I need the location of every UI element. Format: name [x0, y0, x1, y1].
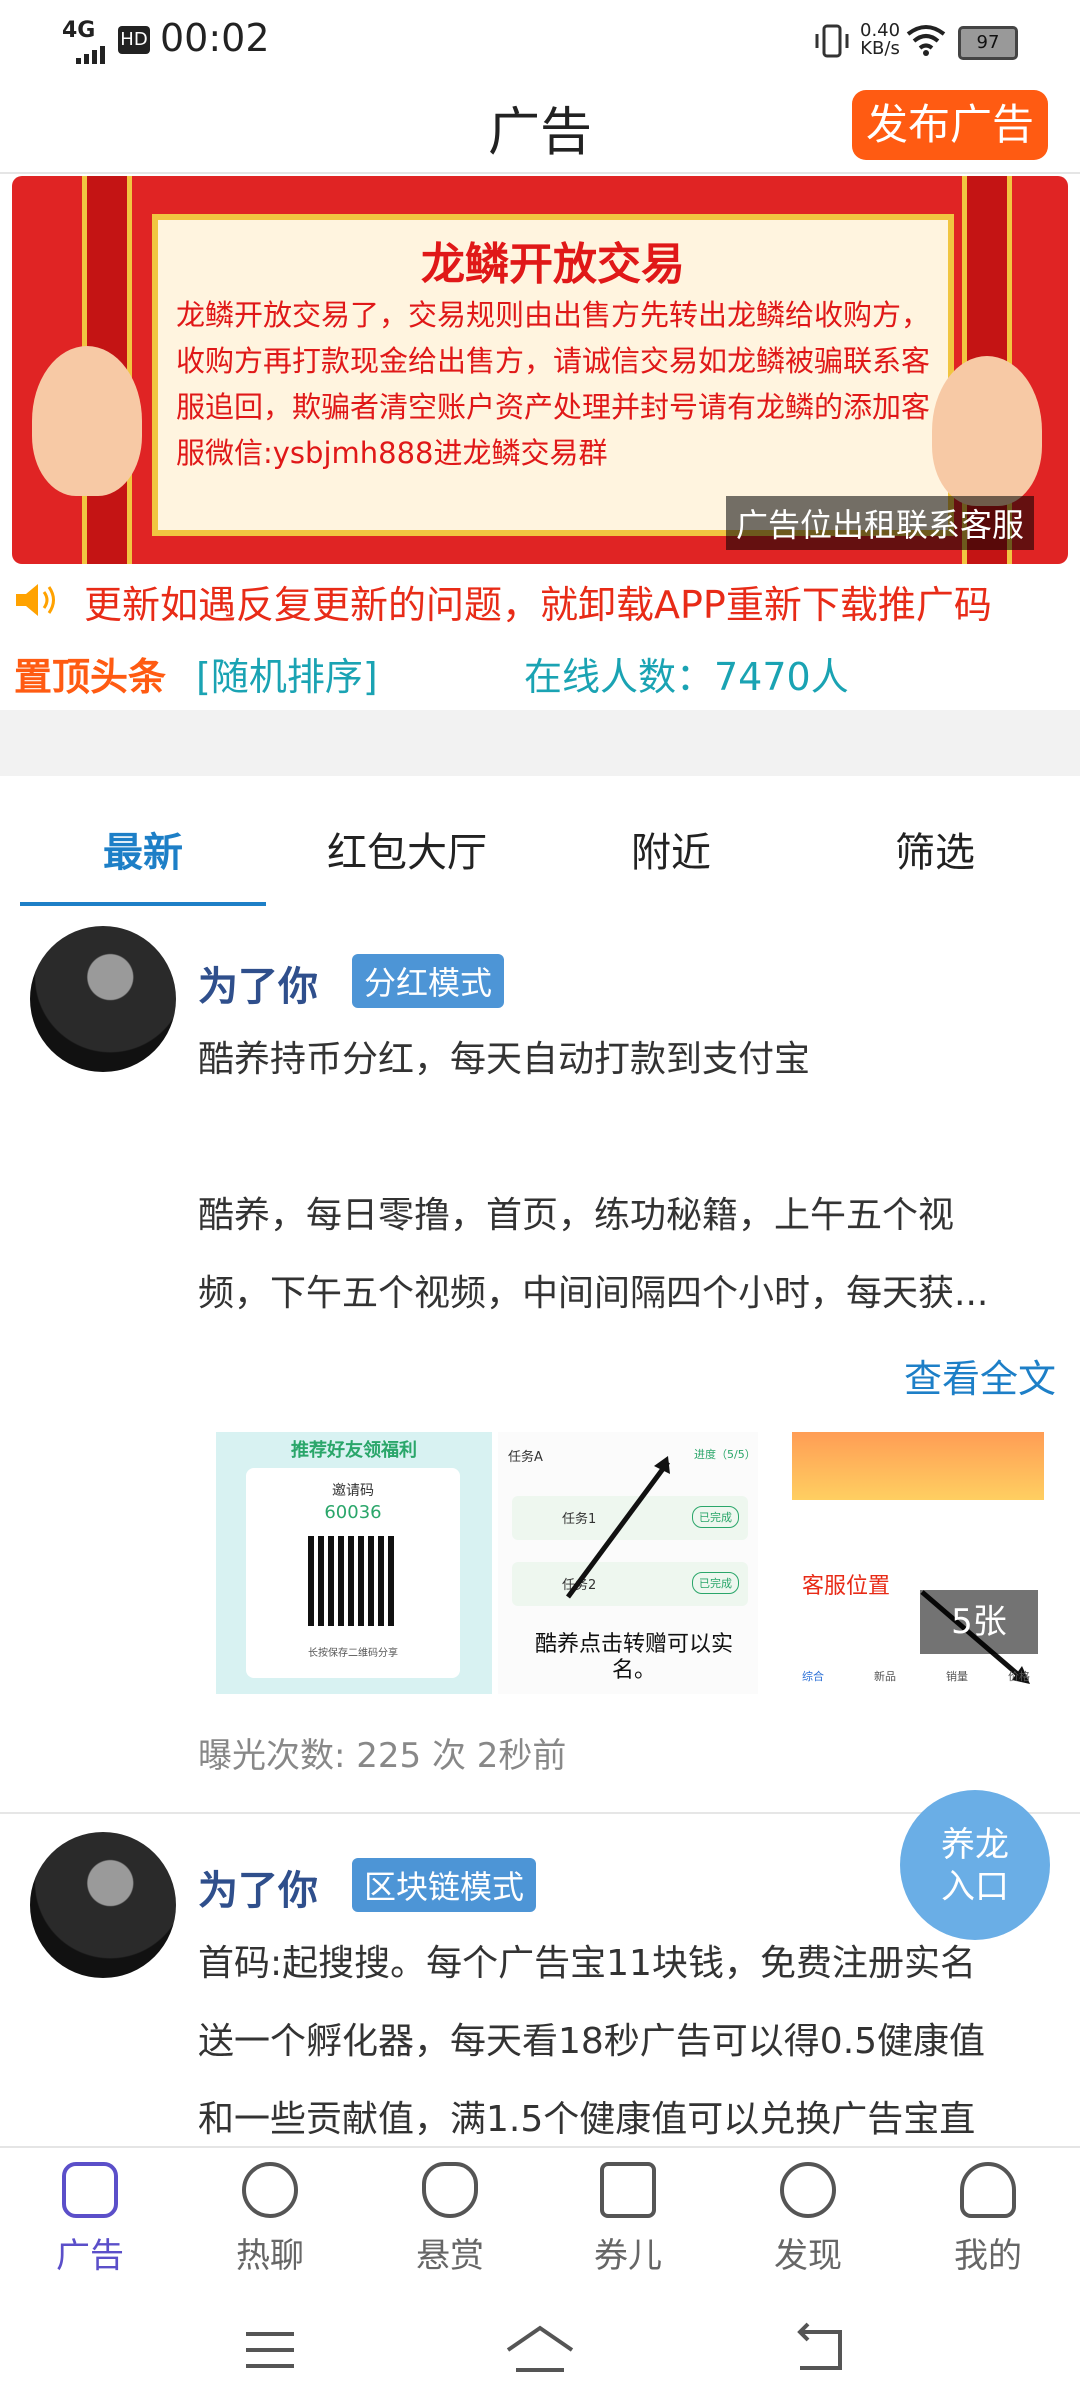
status-bar: 4G HD 00:02 0.40 KB/s 97 [0, 0, 1080, 80]
avatar[interactable] [30, 926, 176, 1072]
referral-card: 邀请码 60036 长按保存二维码分享 [246, 1468, 460, 1678]
vibrate-icon [812, 24, 852, 62]
read-more-link[interactable]: 查看全文 [904, 1348, 1056, 1403]
wifi-icon [906, 24, 946, 60]
system-navigation-bar [0, 2290, 1080, 2408]
banner-text: 龙鳞开放交易了，交易规则由出售方先转出龙鳞给收购方，收购方再打款现金给出售方，请… [176, 298, 931, 470]
nav-label: 热聊 [236, 2236, 304, 2276]
image-count-badge[interactable]: 5张 [920, 1590, 1038, 1654]
network-indicator: 4G [62, 18, 96, 43]
hd-icon: HD [118, 26, 150, 54]
banner-mascot-left [32, 346, 142, 496]
post-image-2[interactable]: 任务A 进度（5/5） 任务1 已完成 任务2 已完成 酷养点击转赠可以实名。 [498, 1432, 758, 1694]
nav-me[interactable]: 我的 [928, 2162, 1048, 2277]
home-nav-icon[interactable] [500, 2320, 580, 2380]
nav-label: 发现 [774, 2236, 842, 2276]
nav-bounty[interactable]: 悬赏 [390, 2162, 510, 2277]
tab-filter[interactable]: 筛选 [810, 820, 1060, 878]
nav-label: 广告 [56, 2236, 124, 2276]
bottom-navigation: 广告 热聊 悬赏 券儿 发现 我的 [0, 2146, 1080, 2284]
post-text-line: 酷养，每日零撸，首页，练功秘籍，上午五个视 [198, 1195, 955, 1236]
menu-icon[interactable] [230, 2320, 310, 2380]
user-icon [960, 2162, 1016, 2218]
nav-label: 悬赏 [416, 2236, 484, 2276]
nav-coupons[interactable]: 券儿 [568, 2162, 688, 2277]
arrow-annotation-icon [565, 1456, 671, 1599]
nav-ads[interactable]: 广告 [30, 2162, 150, 2277]
post-username[interactable]: 为了你 [198, 954, 318, 1012]
invite-code-label: 邀请码 [332, 1483, 374, 1499]
invite-code: 60036 [324, 1502, 382, 1523]
annotation-caption: 客服位置 [802, 1574, 891, 1599]
compass-icon [780, 2162, 836, 2218]
shop-banner [792, 1432, 1044, 1500]
online-count: 在线人数：7470人 [524, 655, 849, 699]
post-username[interactable]: 为了你 [198, 1858, 318, 1916]
task-done-badge: 已完成 [692, 1506, 739, 1528]
shop-tab: 价格 [1008, 1670, 1030, 1683]
post-image-1[interactable]: 推荐好友领福利 邀请码 60036 长按保存二维码分享 [216, 1432, 492, 1694]
avatar[interactable] [30, 1832, 176, 1978]
nav-label: 券儿 [594, 2236, 662, 2276]
speaker-icon [14, 580, 60, 630]
post-text-line: 首码:起搜搜。每个广告宝11块钱，免费注册实名 [198, 1943, 976, 1984]
post-text-line: 频，下午五个视频，中间间隔四个小时，每天获... [198, 1273, 989, 1314]
post-text-line: 送一个孵化器，每天看18秒广告可以得0.5健康值 [198, 2021, 986, 2062]
banner-ad-tag: 广告位出租联系客服 [725, 496, 1034, 550]
headline-bar: 置顶头条 [随机排序] 在线人数：7470人 [0, 642, 1080, 706]
shop-tab: 综合 [802, 1670, 824, 1683]
shop-tab: 销量 [946, 1670, 968, 1683]
nav-chat[interactable]: 热聊 [210, 2162, 330, 2277]
promo-banner[interactable]: 龙鳞开放交易 龙鳞开放交易了，交易规则由出售方先转出龙鳞给收购方，收购方再打款现… [12, 176, 1068, 564]
random-sort-toggle[interactable]: [随机排序] [196, 646, 378, 701]
pinned-headlines-label[interactable]: 置顶头条 [14, 646, 166, 701]
chat-icon [242, 2162, 298, 2218]
signal-icon [76, 44, 110, 68]
publish-ad-button[interactable]: 发布广告 [852, 90, 1048, 160]
tab-nearby[interactable]: 附近 [546, 820, 796, 878]
banner-title: 龙鳞开放交易 [421, 239, 685, 290]
net-speed-unit: KB/s [860, 38, 900, 59]
battery-indicator: 97 [958, 26, 1018, 60]
money-bag-icon [422, 2162, 478, 2218]
qr-footer: 长按保存二维码分享 [308, 1648, 398, 1659]
announcement-marquee[interactable]: 更新如遇反复更新的问题，就卸载APP重新下载推广码 [0, 566, 1080, 638]
coupon-icon [600, 2162, 656, 2218]
mode-badge: 区块链模式 [352, 1858, 537, 1912]
annotation-caption: 酷养点击转赠可以实名。 [534, 1632, 733, 1683]
task-a-label: 任务A [508, 1450, 543, 1465]
marquee-text: 更新如遇反复更新的问题，就卸载APP重新下载推广码 [84, 583, 992, 627]
qr-code-icon [308, 1536, 398, 1626]
post-meta: 曝光次数: 225 次 2秒前 [198, 1736, 567, 1776]
net-speed: 0.40 KB/s [860, 22, 900, 58]
banner-mascot-right [932, 356, 1042, 506]
post-text-line: 和一些贡献值，满1.5个健康值可以兑换广告宝直 [198, 2099, 976, 2140]
dragon-entry-button[interactable]: 养龙 入口 [900, 1790, 1050, 1940]
post-image-3[interactable]: 客服位置 综合 新品 销量 价格 [792, 1432, 1044, 1694]
nav-discover[interactable]: 发现 [748, 2162, 868, 2277]
feed-tabs: 最新 红包大厅 附近 筛选 [0, 790, 1080, 908]
nav-label: 我的 [954, 2236, 1022, 2276]
clock: 00:02 [160, 16, 270, 60]
tab-red-packet-hall[interactable]: 红包大厅 [282, 820, 532, 878]
section-divider [0, 710, 1080, 776]
tab-latest[interactable]: 最新 [18, 820, 268, 878]
float-button-line1: 养龙 [941, 1825, 1009, 1865]
task-progress: 进度（5/5） [694, 1448, 756, 1461]
back-icon[interactable] [782, 2320, 862, 2380]
post-text-line: 酷养持币分红，每天自动打款到支付宝 [198, 1039, 811, 1080]
mode-badge: 分红模式 [352, 954, 505, 1008]
float-button-line2: 入口 [941, 1867, 1009, 1907]
shop-tab: 新品 [874, 1670, 896, 1683]
banner-notice-board: 龙鳞开放交易 龙鳞开放交易了，交易规则由出售方先转出龙鳞给收购方，收购方再打款现… [152, 214, 954, 536]
task-done-badge: 已完成 [692, 1572, 739, 1594]
home-icon [62, 2162, 118, 2218]
active-tab-indicator [20, 902, 266, 906]
referral-title: 推荐好友领福利 [291, 1440, 417, 1461]
